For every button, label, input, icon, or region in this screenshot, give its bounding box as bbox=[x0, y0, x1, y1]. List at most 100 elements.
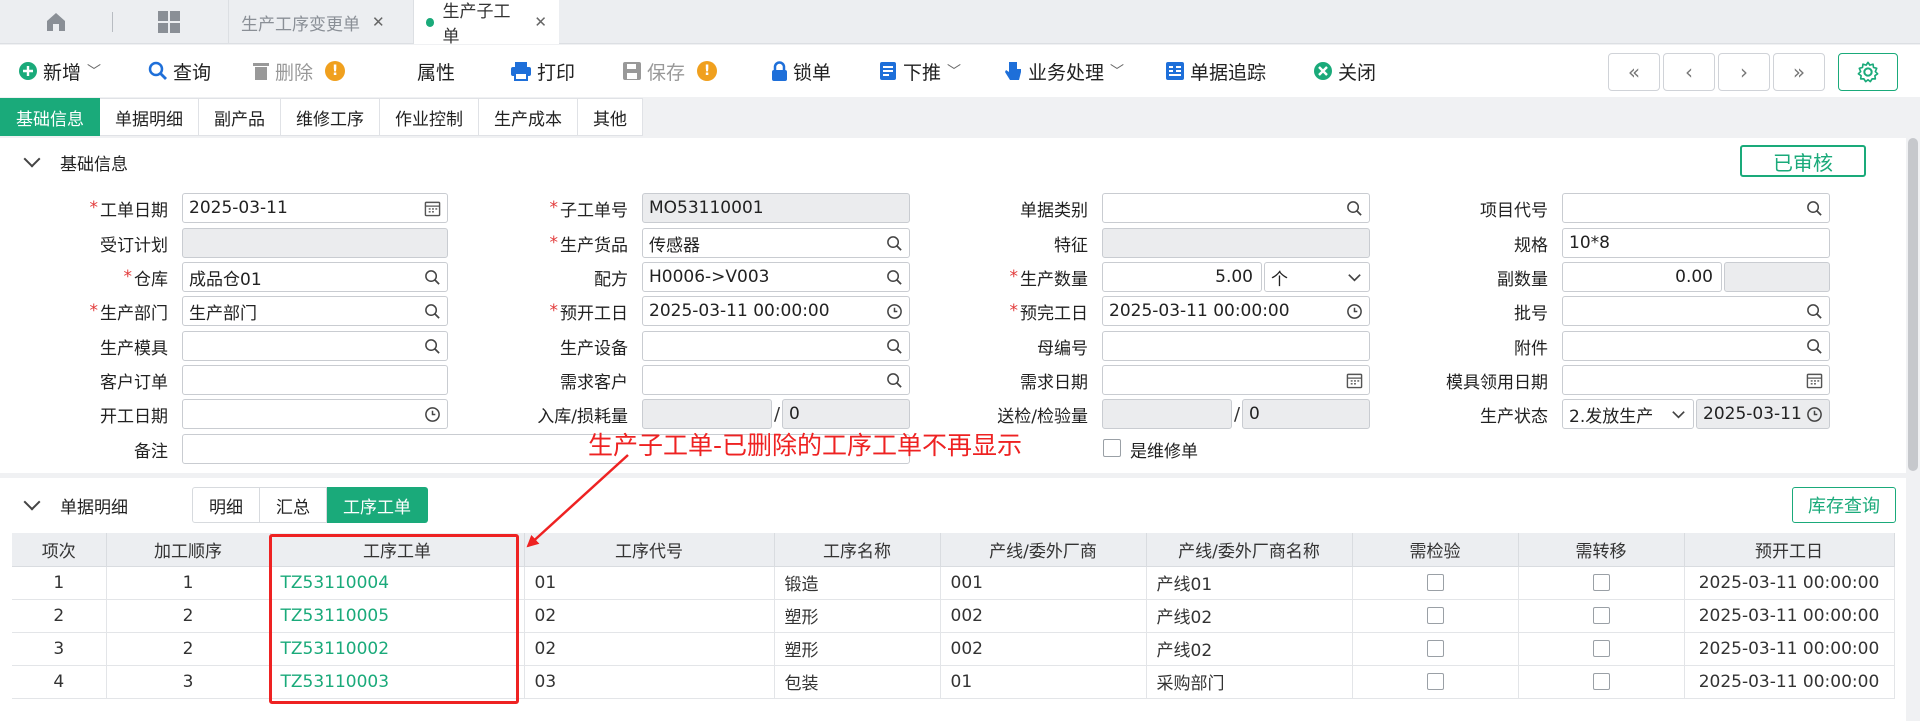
col-line-name[interactable]: 产线/委外厂商名称 bbox=[1146, 533, 1353, 567]
search-icon[interactable] bbox=[1806, 338, 1823, 355]
trace-button[interactable]: 单据追踪 bbox=[1165, 57, 1266, 85]
last-record-button[interactable]: » bbox=[1773, 53, 1825, 91]
chevron-down-icon[interactable] bbox=[1346, 269, 1363, 286]
in-qty-field[interactable] bbox=[642, 399, 772, 429]
search-icon[interactable] bbox=[886, 269, 903, 286]
tab-job-control[interactable]: 作业控制 bbox=[380, 98, 479, 136]
qty-field[interactable]: 5.00 bbox=[1102, 262, 1262, 292]
clock-icon[interactable] bbox=[424, 406, 441, 423]
batch-field[interactable] bbox=[1562, 296, 1830, 326]
close-icon[interactable]: ✕ bbox=[372, 13, 385, 31]
attachment-field[interactable] bbox=[1562, 331, 1830, 361]
tab-repair-process[interactable]: 维修工序 bbox=[281, 98, 380, 136]
col-process-code[interactable]: 工序代号 bbox=[524, 533, 775, 567]
lock-button[interactable]: 锁单 bbox=[771, 57, 831, 85]
calendar-icon[interactable] bbox=[1346, 372, 1363, 389]
col-seq[interactable]: 加工顺序 bbox=[106, 533, 271, 567]
tab-sub-work-order[interactable]: 生产子工单 ✕ bbox=[413, 0, 559, 47]
tab-production-cost[interactable]: 生产成本 bbox=[479, 98, 578, 136]
push-down-button[interactable]: 下推 ﹀ bbox=[878, 57, 961, 85]
search-icon[interactable] bbox=[1806, 200, 1823, 217]
status-date-field[interactable]: 2025-03-11 bbox=[1696, 399, 1830, 429]
search-icon[interactable] bbox=[886, 338, 903, 355]
order-plan-field[interactable] bbox=[182, 228, 448, 258]
process-order-link[interactable]: TZ53110002 bbox=[270, 632, 525, 666]
tab-by-product[interactable]: 副产品 bbox=[199, 98, 281, 136]
col-process-name[interactable]: 工序名称 bbox=[774, 533, 941, 567]
prev-record-button[interactable]: ‹ bbox=[1663, 53, 1715, 91]
need-inspect-checkbox[interactable] bbox=[1426, 607, 1444, 624]
need-transfer-checkbox[interactable] bbox=[1592, 673, 1610, 690]
table-row[interactable]: 1 1 TZ53110004 01 锻造 001 产线01 2025-03-11… bbox=[12, 566, 1895, 600]
tab-detail[interactable]: 明细 bbox=[192, 487, 260, 523]
warehouse-field[interactable]: 成品仓01 bbox=[182, 262, 448, 292]
need-transfer-checkbox[interactable] bbox=[1592, 640, 1610, 657]
tab-basic-info[interactable]: 基础信息 bbox=[0, 98, 100, 136]
formula-field[interactable]: H0006->V003 bbox=[642, 262, 910, 292]
demand-date-field[interactable] bbox=[1102, 365, 1370, 395]
work-date-field[interactable]: 2025-03-11 bbox=[182, 193, 448, 223]
sub-unit-field[interactable] bbox=[1724, 262, 1830, 292]
need-inspect-checkbox[interactable] bbox=[1426, 574, 1444, 591]
search-icon[interactable] bbox=[1346, 200, 1363, 217]
col-process-order[interactable]: 工序工单 bbox=[270, 533, 525, 567]
calendar-icon[interactable] bbox=[1806, 372, 1823, 389]
close-button[interactable]: 关闭 bbox=[1313, 57, 1376, 85]
need-inspect-checkbox[interactable] bbox=[1426, 673, 1444, 690]
settings-button[interactable] bbox=[1838, 53, 1898, 91]
inspect-qty-field[interactable]: 0 bbox=[1242, 399, 1370, 429]
search-icon[interactable] bbox=[886, 235, 903, 252]
search-icon[interactable] bbox=[424, 269, 441, 286]
first-record-button[interactable]: « bbox=[1608, 53, 1660, 91]
vertical-scrollbar[interactable] bbox=[1908, 138, 1918, 471]
chevron-down-icon[interactable] bbox=[23, 150, 41, 168]
save-button[interactable]: 保存 ! bbox=[622, 57, 718, 85]
doc-type-field[interactable] bbox=[1102, 193, 1370, 223]
need-transfer-checkbox[interactable] bbox=[1592, 607, 1610, 624]
chevron-down-icon[interactable] bbox=[1670, 406, 1687, 423]
spec-field[interactable]: 10*8 bbox=[1562, 228, 1830, 258]
grid-apps-icon[interactable] bbox=[157, 10, 181, 34]
plan-end-field[interactable]: 2025-03-11 00:00:00 bbox=[1102, 296, 1370, 326]
close-icon[interactable]: ✕ bbox=[534, 13, 547, 31]
process-order-link[interactable]: TZ53110005 bbox=[270, 599, 525, 633]
start-date-field[interactable] bbox=[182, 399, 448, 429]
chevron-down-icon[interactable]: ﹀ bbox=[87, 61, 101, 81]
print-button[interactable]: 打印 bbox=[510, 57, 575, 85]
sub-no-field[interactable]: MO53110001 bbox=[642, 193, 910, 223]
basic-info-header[interactable]: 基础信息 bbox=[0, 150, 128, 175]
customer-order-field[interactable] bbox=[182, 365, 448, 395]
plan-start-field[interactable]: 2025-03-11 00:00:00 bbox=[642, 296, 910, 326]
inspect-send-field[interactable] bbox=[1102, 399, 1232, 429]
col-line[interactable]: 产线/委外厂商 bbox=[940, 533, 1147, 567]
stock-query-button[interactable]: 库存查询 bbox=[1792, 487, 1896, 523]
query-button[interactable]: 查询 bbox=[148, 57, 211, 85]
demand-customer-field[interactable] bbox=[642, 365, 910, 395]
clock-icon[interactable] bbox=[886, 303, 903, 320]
chevron-down-icon[interactable]: ﹀ bbox=[947, 61, 961, 81]
business-button[interactable]: 业务处理 ﹀ bbox=[1003, 57, 1124, 85]
search-icon[interactable] bbox=[886, 372, 903, 389]
product-field[interactable]: 传感器 bbox=[642, 228, 910, 258]
need-transfer-checkbox[interactable] bbox=[1592, 574, 1610, 591]
new-button[interactable]: 新增 ﹀ bbox=[18, 57, 101, 85]
col-need-inspect[interactable]: 需检验 bbox=[1352, 533, 1519, 567]
is-repair-checkbox[interactable] bbox=[1103, 439, 1121, 457]
search-icon[interactable] bbox=[1806, 303, 1823, 320]
col-plan-start[interactable]: 预开工日 bbox=[1684, 533, 1895, 567]
home-icon[interactable] bbox=[44, 10, 68, 34]
loss-qty-field[interactable]: 0 bbox=[782, 399, 910, 429]
clock-icon[interactable] bbox=[1806, 406, 1823, 423]
next-record-button[interactable]: › bbox=[1718, 53, 1770, 91]
search-icon[interactable] bbox=[424, 338, 441, 355]
mold-field[interactable] bbox=[182, 331, 448, 361]
sub-qty-field[interactable]: 0.00 bbox=[1562, 262, 1722, 292]
clock-icon[interactable] bbox=[1346, 303, 1363, 320]
attributes-button[interactable]: 属性 bbox=[417, 57, 455, 85]
unit-select[interactable]: 个 bbox=[1264, 262, 1370, 292]
process-order-link[interactable]: TZ53110003 bbox=[270, 665, 525, 699]
table-row[interactable]: 3 2 TZ53110002 02 塑形 002 产线02 2025-03-11… bbox=[12, 632, 1895, 666]
tab-process-order[interactable]: 工序工单 bbox=[327, 487, 428, 523]
tab-summary[interactable]: 汇总 bbox=[260, 487, 327, 523]
feature-field[interactable] bbox=[1102, 228, 1370, 258]
